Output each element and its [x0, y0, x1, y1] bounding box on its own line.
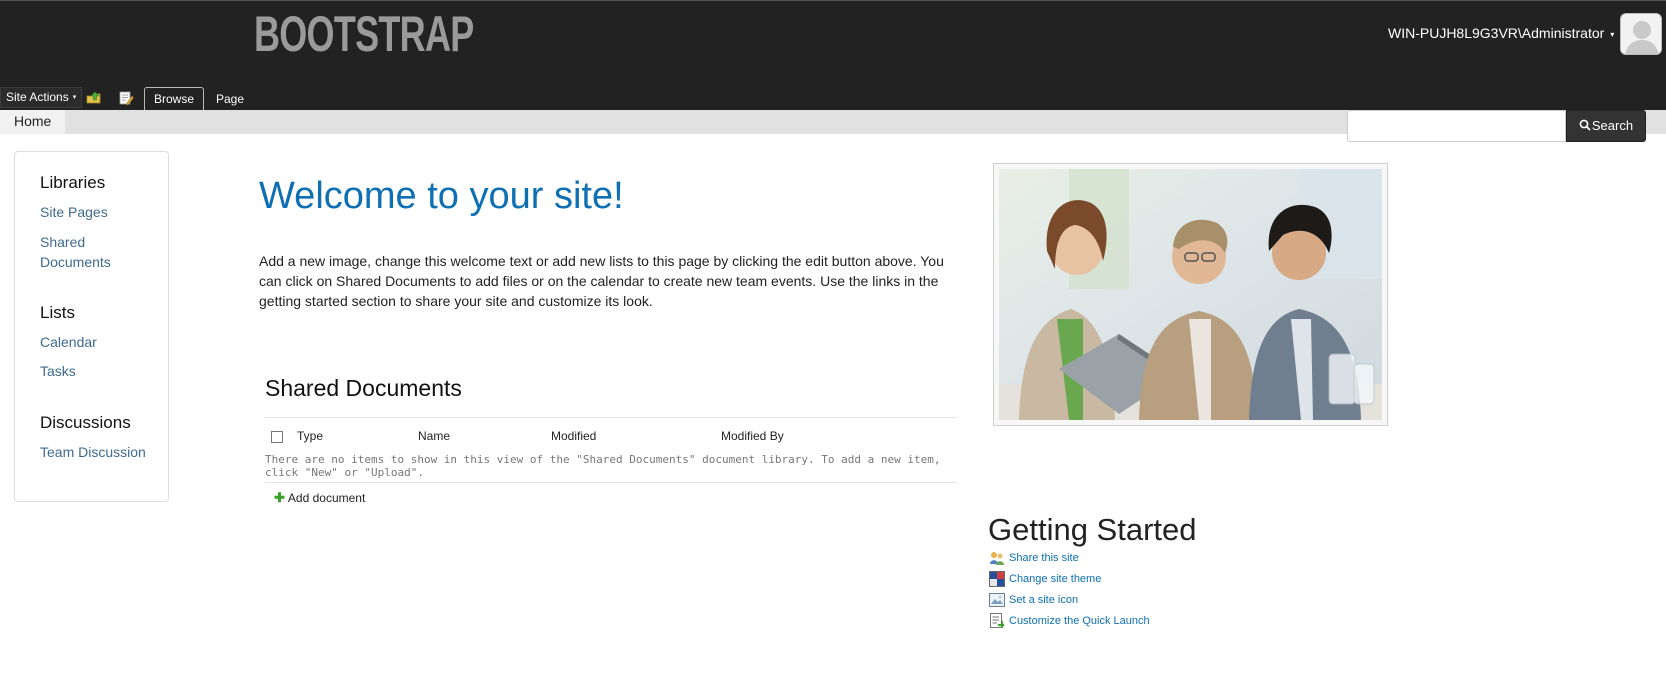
select-all-checkbox[interactable] — [271, 431, 283, 443]
nav-link-site-pages[interactable]: Site Pages — [40, 202, 108, 222]
edit-page-icon[interactable] — [118, 90, 134, 106]
site-logo[interactable]: BOOTSTRAP — [254, 9, 474, 59]
customize-quick-launch-label: Customize the Quick Launch — [1009, 615, 1150, 627]
chevron-down-icon: ▾ — [72, 94, 77, 102]
user-name: WIN-PUJH8L9G3VR\Administrator — [1388, 25, 1605, 41]
shared-documents-title[interactable]: Shared Documents — [265, 375, 462, 402]
chevron-down-icon: ▾ — [1610, 29, 1615, 39]
set-site-icon-label: Set a site icon — [1009, 594, 1079, 606]
nav-item-home[interactable]: Home — [0, 110, 66, 134]
nav-link-calendar[interactable]: Calendar — [40, 332, 97, 352]
search-button-label: Search — [1591, 118, 1634, 133]
add-document-link[interactable]: ✚ Add document — [274, 490, 365, 506]
divider — [265, 482, 957, 483]
change-site-theme-label: Change site theme — [1009, 573, 1102, 585]
add-document-label: Add document — [287, 491, 366, 505]
tab-browse[interactable]: Browse — [144, 87, 204, 111]
site-actions-label: Site Actions — [6, 90, 69, 104]
empty-list-message: There are no items to show in this view … — [265, 453, 941, 479]
search-icon — [1579, 112, 1592, 142]
page-title: Welcome to your site! — [259, 175, 624, 217]
nav-heading-lists[interactable]: Lists — [40, 303, 75, 323]
theme-icon — [989, 571, 1005, 587]
quick-launch-panel: Libraries Site Pages Shared Documents Li… — [14, 151, 169, 502]
getting-started-title: Getting Started — [988, 512, 1197, 547]
avatar[interactable] — [1620, 13, 1662, 55]
quick-launch-icon — [989, 613, 1005, 629]
share-this-site-label: Share this site — [1009, 552, 1079, 564]
top-header-bar: BOOTSTRAP WIN-PUJH8L9G3VR\Administrator ▾… — [0, 0, 1666, 111]
share-site-icon — [989, 550, 1005, 566]
tab-page[interactable]: Page — [216, 87, 244, 111]
user-silhouette-icon — [1621, 14, 1661, 54]
site-actions-menu[interactable]: Site Actions ▾ — [0, 87, 83, 108]
team-photo — [999, 169, 1382, 420]
search-input[interactable] — [1347, 110, 1566, 142]
user-menu[interactable]: WIN-PUJH8L9G3VR\Administrator ▾ — [1388, 25, 1614, 41]
column-header-name[interactable]: Name — [418, 429, 450, 443]
navigate-up-icon[interactable] — [86, 90, 102, 106]
nav-link-tasks[interactable]: Tasks — [40, 361, 76, 381]
column-header-type[interactable]: Type — [297, 429, 323, 443]
nav-heading-discussions[interactable]: Discussions — [40, 413, 131, 433]
welcome-text: Add a new image, change this welcome tex… — [259, 253, 944, 309]
search-button[interactable]: Search — [1566, 110, 1646, 142]
nav-heading-libraries[interactable]: Libraries — [40, 173, 105, 193]
nav-link-team-discussion[interactable]: Team Discussion — [40, 442, 146, 462]
site-image-frame — [993, 163, 1388, 426]
column-header-modified[interactable]: Modified — [551, 429, 596, 443]
nav-link-shared-documents[interactable]: Shared Documents — [40, 232, 130, 272]
column-header-modified-by[interactable]: Modified By — [721, 429, 784, 443]
plus-icon: ✚ — [274, 490, 285, 505]
site-icon-icon — [989, 592, 1005, 608]
divider — [265, 417, 957, 418]
